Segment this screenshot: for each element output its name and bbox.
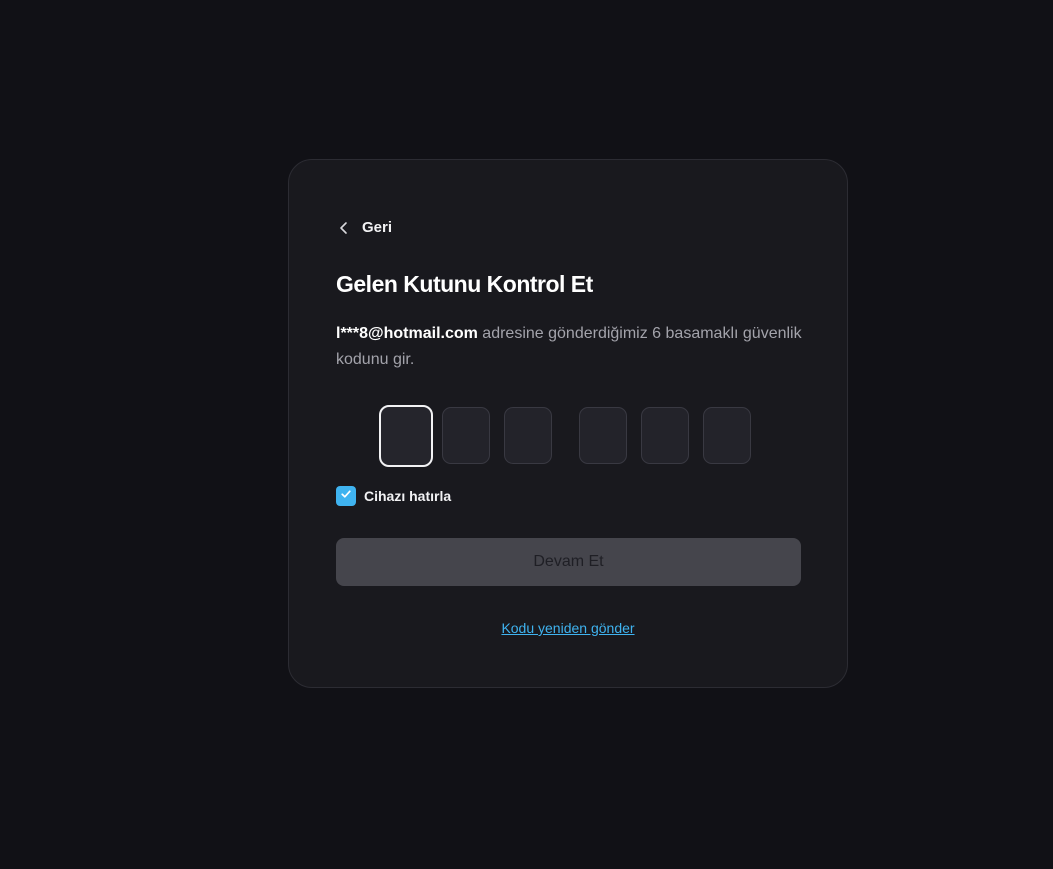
verification-card: Geri Gelen Kutunu Kontrol Et l***8@hotma…: [288, 159, 848, 688]
otp-digit-6[interactable]: [703, 407, 751, 464]
instruction-text: l***8@hotmail.com adresine gönderdiğimiz…: [336, 321, 806, 373]
resend-code-link[interactable]: Kodu yeniden gönder: [501, 620, 634, 636]
chevron-left-icon: [336, 220, 352, 236]
page-title: Gelen Kutunu Kontrol Et: [336, 271, 593, 297]
otp-digit-1[interactable]: [379, 405, 433, 467]
back-label: Geri: [362, 219, 393, 236]
checkbox-checked[interactable]: [336, 486, 356, 506]
masked-email: l***8@hotmail.com: [336, 325, 478, 342]
otp-digit-2[interactable]: [442, 407, 490, 464]
otp-digit-5[interactable]: [641, 407, 689, 464]
checkmark-icon: [340, 487, 352, 505]
remember-device-checkbox[interactable]: Cihazı hatırla: [336, 486, 451, 506]
otp-digit-4[interactable]: [579, 407, 627, 464]
resend-container: Kodu yeniden gönder: [289, 620, 847, 638]
back-button[interactable]: Geri: [336, 219, 392, 236]
otp-digit-3[interactable]: [504, 407, 552, 464]
continue-button[interactable]: Devam Et: [336, 538, 801, 586]
remember-device-label: Cihazı hatırla: [364, 488, 452, 504]
